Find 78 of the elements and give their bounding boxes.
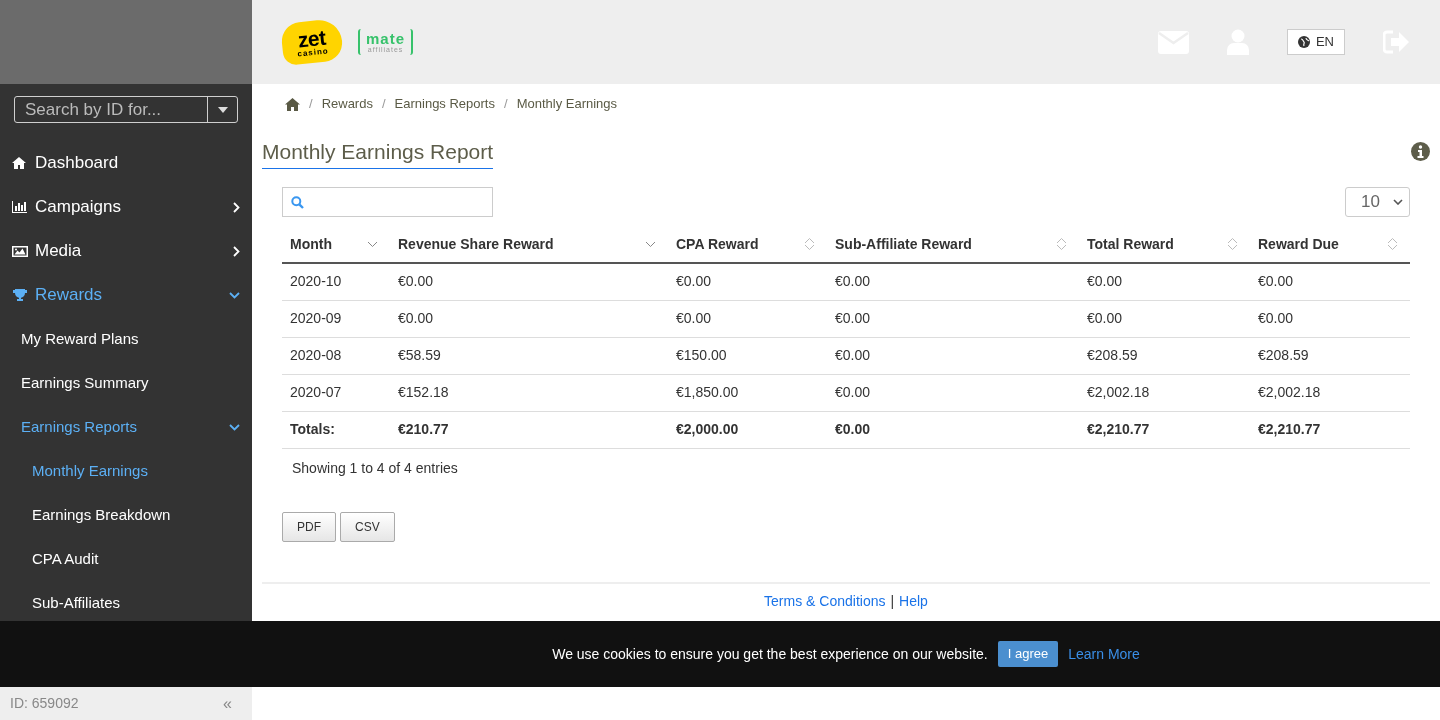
- table-cell: 2020-09: [282, 300, 390, 337]
- sidebar-item[interactable]: Media: [0, 229, 252, 273]
- sidebar-item[interactable]: Dashboard: [0, 141, 252, 185]
- table-cell: €0.00: [827, 300, 1079, 337]
- picture-icon: [12, 244, 28, 258]
- total-cell: €2,210.77: [1250, 411, 1410, 448]
- total-cell: €0.00: [827, 411, 1079, 448]
- sidebar-item[interactable]: Monthly Earnings: [0, 449, 252, 493]
- casino-logo: zet casino: [279, 18, 345, 66]
- sidebar-item[interactable]: CPA Audit: [0, 537, 252, 581]
- table-cell: 2020-07: [282, 374, 390, 411]
- table-cell: 2020-10: [282, 263, 390, 300]
- table-cell: €0.00: [1250, 300, 1410, 337]
- globe-icon: [1297, 36, 1310, 48]
- bar-chart-icon: [12, 200, 28, 214]
- page-size-select[interactable]: 10: [1345, 187, 1410, 217]
- caret-down-icon: [217, 106, 228, 113]
- table-cell: €0.00: [1079, 263, 1250, 300]
- table-cell: €0.00: [827, 374, 1079, 411]
- sidebar-item[interactable]: My Reward Plans: [0, 317, 252, 361]
- table-cell: €0.00: [827, 337, 1079, 374]
- table-cell: €0.00: [1250, 263, 1410, 300]
- total-cell: €210.77: [390, 411, 668, 448]
- sidebar-item[interactable]: Earnings Reports: [0, 405, 252, 449]
- table-cell: €0.00: [390, 300, 668, 337]
- column-header[interactable]: Month: [282, 226, 390, 263]
- column-header[interactable]: Total Reward: [1079, 226, 1250, 263]
- column-header[interactable]: Sub-Affiliate Reward: [827, 226, 1079, 263]
- table-cell: €0.00: [390, 263, 668, 300]
- column-header[interactable]: Revenue Share Reward: [390, 226, 668, 263]
- sidebar-item[interactable]: Rewards: [0, 273, 252, 317]
- table-cell: €0.00: [668, 263, 827, 300]
- help-link[interactable]: Help: [899, 591, 928, 610]
- page-title: Monthly Earnings Report: [262, 138, 494, 169]
- language-button[interactable]: EN: [1286, 29, 1345, 55]
- table-cell: €2,002.18: [1079, 374, 1250, 411]
- trophy-icon: [12, 288, 28, 302]
- home-icon[interactable]: [285, 97, 300, 111]
- total-cell: €2,000.00: [668, 411, 827, 448]
- link-separator: |: [890, 591, 895, 610]
- table-cell: €208.59: [1079, 337, 1250, 374]
- terms-link[interactable]: Terms & Conditions: [764, 591, 886, 610]
- column-header[interactable]: CPA Reward: [668, 226, 827, 263]
- table-cell: €0.00: [668, 300, 827, 337]
- search-icon: [291, 195, 304, 209]
- table-cell: 2020-08: [282, 337, 390, 374]
- entries-info: Showing 1 to 4 of 4 entries: [291, 458, 459, 478]
- breadcrumb-separator: /: [309, 95, 313, 114]
- breadcrumb-separator: /: [381, 95, 386, 114]
- table-cell: €58.59: [390, 337, 668, 374]
- total-cell: €2,210.77: [1079, 411, 1250, 448]
- table-cell: €152.18: [390, 374, 668, 411]
- total-cell: Totals:: [282, 411, 390, 448]
- home-icon: [12, 156, 28, 170]
- sidebar-search-field[interactable]: Search by ID for...: [14, 96, 238, 123]
- table-cell: €208.59: [1250, 337, 1410, 374]
- breadcrumb-separator: /: [504, 95, 508, 114]
- table-cell: €0.00: [827, 263, 1079, 300]
- sidebar-item[interactable]: Sub-Affiliates: [0, 581, 252, 625]
- table-cell: €2,002.18: [1250, 374, 1410, 411]
- chevron-down-icon: [1393, 199, 1403, 205]
- breadcrumb-link[interactable]: Monthly Earnings: [516, 94, 618, 114]
- export-button[interactable]: PDF: [282, 511, 336, 542]
- table-cell: €150.00: [668, 337, 827, 374]
- breadcrumb-link[interactable]: Earnings Reports: [394, 94, 495, 114]
- sidebar-item[interactable]: Earnings Summary: [0, 361, 252, 405]
- learn-more-link[interactable]: Learn More: [1068, 643, 1140, 665]
- export-button[interactable]: CSV: [340, 511, 395, 542]
- column-header[interactable]: Reward Due: [1250, 226, 1410, 263]
- user-id: ID: 659092: [10, 694, 79, 713]
- sidebar-item[interactable]: Earnings Breakdown: [0, 493, 252, 537]
- info-icon[interactable]: [1411, 142, 1430, 161]
- table-cell: €1,850.00: [668, 374, 827, 411]
- breadcrumb-link[interactable]: Rewards: [321, 94, 373, 114]
- cookie-message: We use cookies to ensure you get the best experience on our website.: [552, 644, 988, 664]
- table-cell: €0.00: [1079, 300, 1250, 337]
- table-search-field[interactable]: [282, 187, 493, 217]
- sidebar-item[interactable]: Campaigns: [0, 185, 252, 229]
